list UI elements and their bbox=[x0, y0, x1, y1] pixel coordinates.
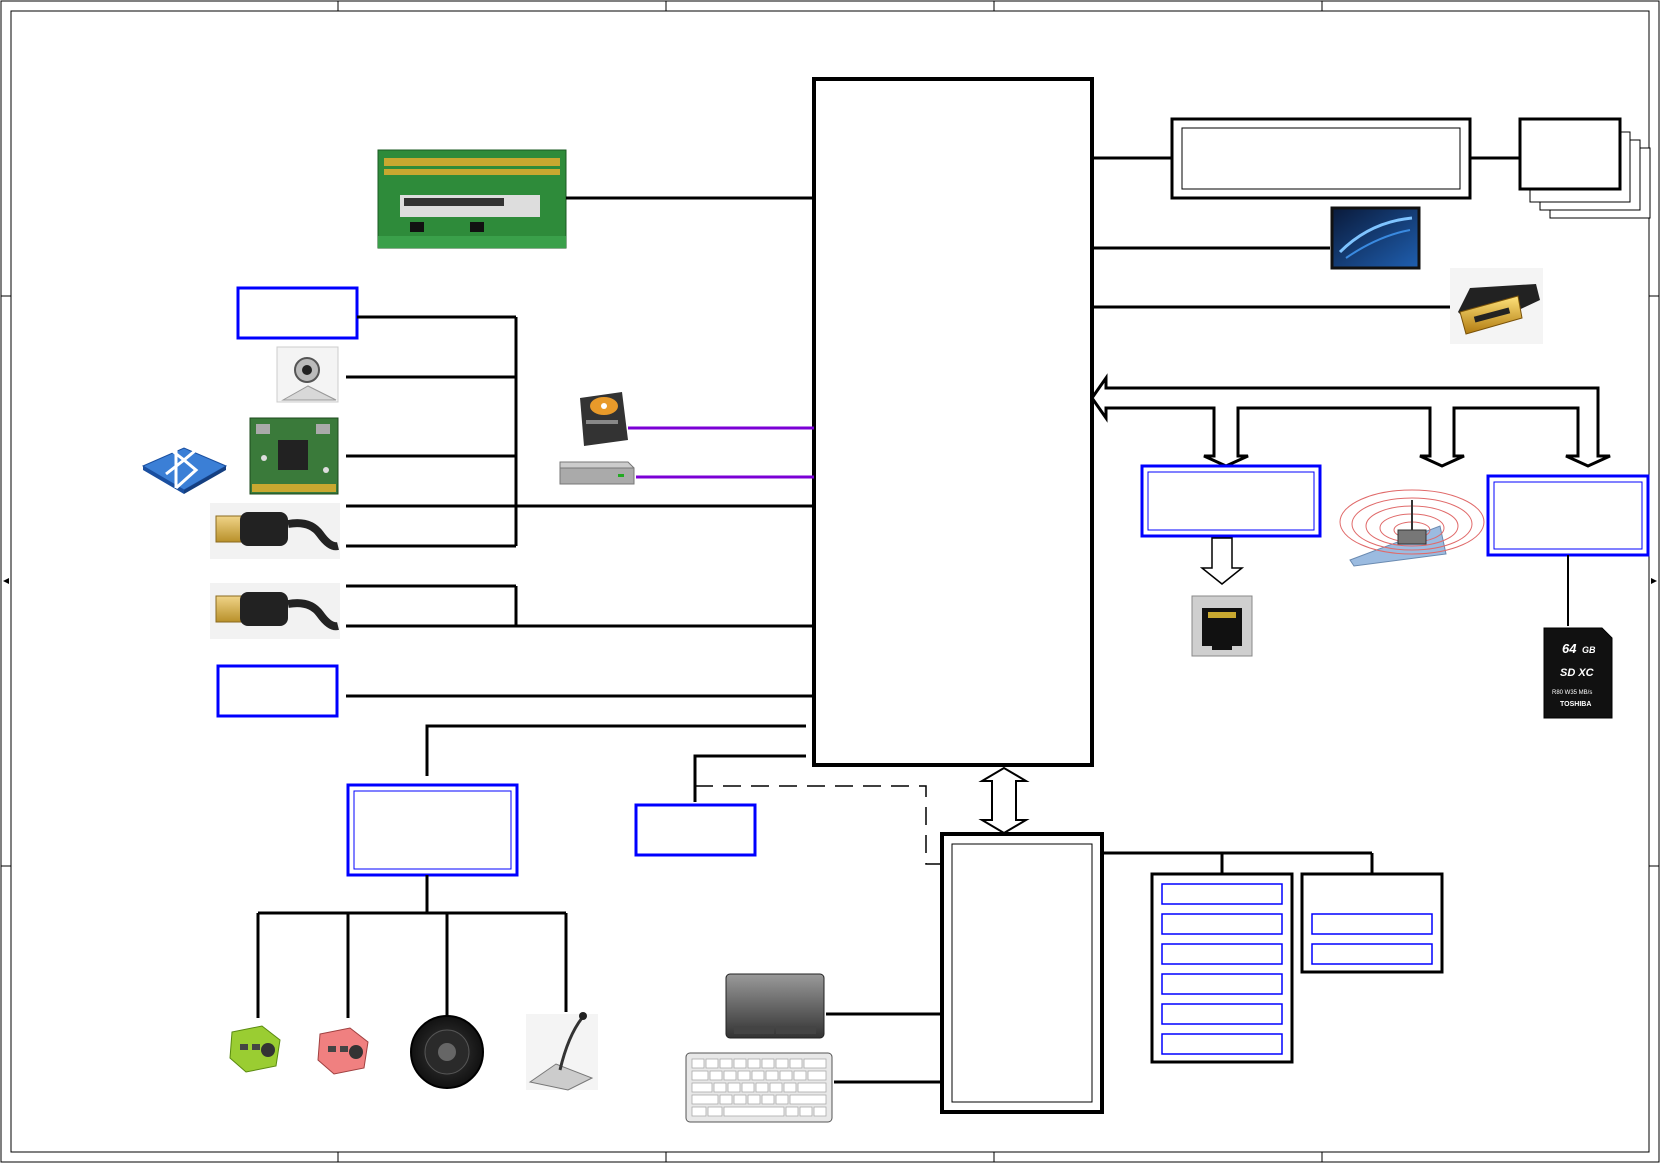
wireless-card-icon bbox=[249, 417, 339, 495]
usb-plug-icon bbox=[210, 583, 340, 639]
keyboard-icon bbox=[685, 1052, 833, 1123]
touchpad-icon bbox=[725, 973, 825, 1039]
optical-drive-icon bbox=[559, 461, 635, 485]
lvds-box bbox=[1170, 117, 1472, 200]
ec-block bbox=[940, 832, 1104, 1114]
lan-controller-box bbox=[1140, 464, 1322, 538]
rj45-port-icon bbox=[1191, 595, 1253, 657]
left-blue-box bbox=[216, 664, 339, 718]
speaker-icon bbox=[410, 1015, 484, 1089]
sd-card-type: SD XC bbox=[1560, 667, 1595, 679]
wireless-antenna-icon bbox=[1339, 489, 1485, 567]
center-blue-box bbox=[634, 803, 757, 857]
memory-module-icon bbox=[377, 149, 567, 249]
microphone-jack-icon bbox=[317, 1027, 369, 1075]
cpu-block bbox=[812, 77, 1094, 767]
webcam-icon bbox=[276, 346, 339, 403]
hard-disk-icon bbox=[580, 392, 628, 446]
hdmi-connector-icon bbox=[1450, 268, 1543, 344]
sd-card-icon: 64 GB SD XC R80 W35 MB/s TOSHIBA bbox=[1543, 627, 1613, 719]
sd-card-unit: GB bbox=[1582, 645, 1596, 655]
headphone-jack-icon bbox=[229, 1025, 281, 1073]
block-diagram: 64 GB SD XC R80 W35 MB/s TOSHIBA bbox=[0, 0, 1660, 1163]
audio-codec-box bbox=[346, 783, 519, 877]
sd-card-speed: R80 W35 MB/s bbox=[1552, 690, 1592, 696]
sd-card-brand: TOSHIBA bbox=[1560, 701, 1591, 708]
card-reader-box bbox=[1486, 474, 1650, 557]
usb-hub-box bbox=[236, 286, 359, 340]
usb-plug-icon bbox=[210, 503, 340, 559]
cpu-ec-double-arrow bbox=[978, 766, 1030, 835]
sd-card-capacity: 64 bbox=[1562, 641, 1577, 656]
ec-peripheral-list-a bbox=[1150, 872, 1294, 1064]
ec-peripheral-list-b bbox=[1300, 872, 1444, 974]
lan-down-arrow bbox=[1199, 537, 1245, 585]
desk-microphone-icon bbox=[526, 1012, 598, 1091]
bluetooth-icon bbox=[141, 430, 228, 494]
pcie-bus-arrow bbox=[1090, 373, 1611, 468]
stacked-panels bbox=[1518, 117, 1651, 219]
lcd-panel-icon bbox=[1330, 206, 1421, 270]
